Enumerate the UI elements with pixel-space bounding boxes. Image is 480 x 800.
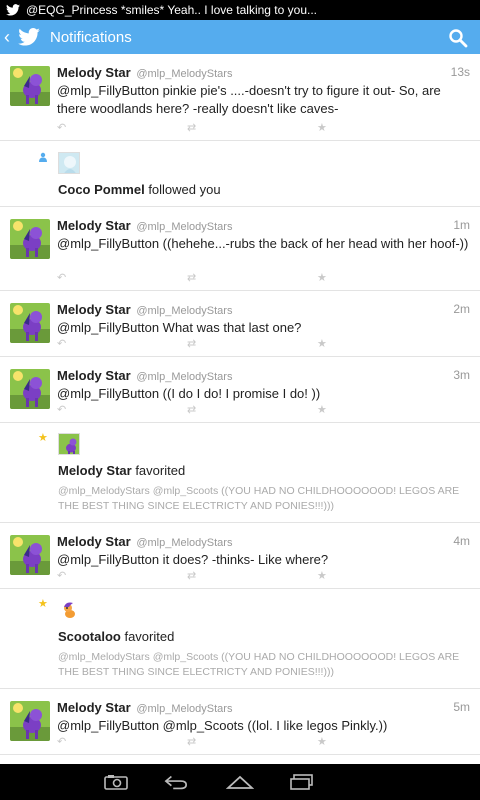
tweet-author-handle: @mlp_MelodyStars: [136, 537, 233, 549]
tweet-actions: ↶ ⇄ ★: [57, 338, 337, 350]
tweet-text: @mlp_FillyButton it does? -thinks- Like …: [57, 552, 329, 567]
retweet-icon[interactable]: ⇄: [187, 338, 196, 350]
avatar[interactable]: [10, 535, 50, 575]
tweet-time: 2m: [453, 302, 470, 316]
tweet-author-name[interactable]: Melody Star: [57, 534, 131, 549]
reply-icon[interactable]: ↶: [57, 338, 66, 350]
notifications-feed[interactable]: Melody Star @mlp_MelodyStars 13s @mlp_Fil…: [0, 54, 480, 764]
tweet-author-name[interactable]: Melody Star: [57, 302, 131, 317]
retweet-icon[interactable]: ⇄: [187, 570, 196, 582]
home-icon[interactable]: [226, 774, 254, 790]
reply-icon[interactable]: ↶: [57, 122, 66, 134]
tweet-item[interactable]: Melody Star @mlp_MelodyStars 2m @mlp_Fill…: [0, 291, 480, 357]
favorite-notification[interactable]: ★ Melody Star favorited @mlp_MelodyStars…: [0, 423, 480, 523]
star-icon[interactable]: ★: [317, 570, 327, 582]
camera-icon[interactable]: [104, 774, 128, 790]
favorite-action: favorited: [135, 463, 186, 478]
tweet-time: 4m: [453, 534, 470, 548]
tweet-item[interactable]: Melody Star @mlp_MelodyStars 3m @mlp_Fill…: [0, 357, 480, 423]
tweet-item[interactable]: Melody Star @mlp_MelodyStars 5m @mlp_Fill…: [0, 689, 480, 755]
favorited-tweet-text: @mlp_MelodyStars @mlp_Scoots ((YOU HAD N…: [58, 485, 460, 512]
favorite-star-icon: ★: [38, 598, 48, 610]
twitter-bird-icon: [6, 4, 20, 16]
star-icon[interactable]: ★: [317, 272, 327, 284]
follow-action: followed you: [148, 182, 221, 197]
follower-name[interactable]: Coco Pommel: [58, 182, 145, 197]
favorite-action: favorited: [124, 629, 175, 644]
twitter-logo-icon[interactable]: [18, 28, 40, 46]
avatar[interactable]: [58, 599, 80, 621]
reply-icon[interactable]: ↶: [57, 404, 66, 416]
tweet-text: @mlp_FillyButton What was that last one?: [57, 320, 302, 335]
favoriter-name[interactable]: Scootaloo: [58, 629, 121, 644]
tweet-text: @mlp_FillyButton @mlp_Scoots ((lol. I li…: [57, 718, 388, 733]
recent-apps-icon[interactable]: [290, 774, 314, 790]
reply-icon[interactable]: ↶: [57, 570, 66, 582]
retweet-icon[interactable]: ⇄: [187, 272, 196, 284]
tweet-author-handle: @mlp_MelodyStars: [136, 68, 233, 80]
favorite-text: Scootaloo favorited: [58, 629, 174, 644]
star-icon[interactable]: ★: [317, 736, 327, 748]
star-icon[interactable]: ★: [317, 122, 327, 134]
back-icon[interactable]: [164, 774, 188, 790]
avatar[interactable]: [58, 152, 80, 174]
tweet-author-handle: @mlp_MelodyStars: [136, 703, 233, 715]
tweet-actions: ↶ ⇄ ★: [57, 404, 337, 416]
reply-icon[interactable]: ↶: [57, 736, 66, 748]
favorite-text: Melody Star favorited: [58, 463, 185, 478]
android-nav-bar: [0, 764, 480, 800]
tweet-actions: ↶ ⇄ ★: [57, 570, 337, 582]
tweet-item[interactable]: Melody Star @mlp_MelodyStars 13s @mlp_Fil…: [0, 54, 480, 141]
retweet-icon[interactable]: ⇄: [187, 122, 196, 134]
tweet-text: @mlp_FillyButton pinkie pie's ....-doesn…: [57, 83, 441, 116]
search-icon[interactable]: [448, 28, 468, 48]
tweet-actions: ↶ ⇄ ★: [57, 272, 337, 284]
person-icon: [39, 152, 47, 162]
avatar[interactable]: [10, 219, 50, 259]
star-icon[interactable]: ★: [317, 404, 327, 416]
status-ticker: @EQG_Princess *smiles* Yeah.. I love tal…: [26, 3, 317, 17]
tweet-time: 5m: [453, 700, 470, 714]
tweet-author-name[interactable]: Melody Star: [57, 65, 131, 80]
tweet-author-name[interactable]: Melody Star: [57, 368, 131, 383]
reply-icon[interactable]: ↶: [57, 272, 66, 284]
tweet-item[interactable]: Melody Star @mlp_MelodyStars 1m @mlp_Fill…: [0, 207, 480, 291]
tweet-author-handle: @mlp_MelodyStars: [136, 371, 233, 383]
tweet-author-name[interactable]: Melody Star: [57, 218, 131, 233]
tweet-text: @mlp_FillyButton ((hehehe...-rubs the ba…: [57, 236, 469, 251]
follow-notification[interactable]: Coco Pommel followed you: [0, 141, 480, 207]
favorite-star-icon: ★: [38, 432, 48, 444]
favoriter-name[interactable]: Melody Star: [58, 463, 132, 478]
avatar[interactable]: [10, 66, 50, 106]
tweet-time: 1m: [453, 218, 470, 232]
tweet-actions: ↶ ⇄ ★: [57, 736, 337, 748]
tweet-author-name[interactable]: Melody Star: [57, 700, 131, 715]
favorite-notification[interactable]: ★ Scootaloo favorited @mlp_MelodyStars @…: [0, 589, 480, 689]
avatar[interactable]: [10, 701, 50, 741]
status-bar: @EQG_Princess *smiles* Yeah.. I love tal…: [0, 0, 480, 20]
tweet-time: 3m: [453, 368, 470, 382]
tweet-author-handle: @mlp_MelodyStars: [136, 305, 233, 317]
tweet-actions: ↶ ⇄ ★: [57, 122, 337, 134]
app-bar: ‹ Notifications: [0, 20, 480, 54]
tweet-text: @mlp_FillyButton ((I do I do! I promise …: [57, 386, 321, 401]
retweet-icon[interactable]: ⇄: [187, 404, 196, 416]
avatar[interactable]: [10, 369, 50, 409]
avatar[interactable]: [58, 433, 80, 455]
star-icon[interactable]: ★: [317, 338, 327, 350]
favorited-tweet-text: @mlp_MelodyStars @mlp_Scoots ((YOU HAD N…: [58, 651, 460, 678]
page-title: Notifications: [50, 28, 132, 46]
follow-text: Coco Pommel followed you: [58, 182, 221, 197]
tweet-item[interactable]: Melody Star @mlp_MelodyStars 4m @mlp_Fill…: [0, 523, 480, 589]
tweet-time: 13s: [450, 65, 470, 79]
avatar[interactable]: [10, 303, 50, 343]
back-chevron-icon[interactable]: ‹: [4, 28, 14, 46]
tweet-author-handle: @mlp_MelodyStars: [136, 221, 233, 233]
retweet-icon[interactable]: ⇄: [187, 736, 196, 748]
